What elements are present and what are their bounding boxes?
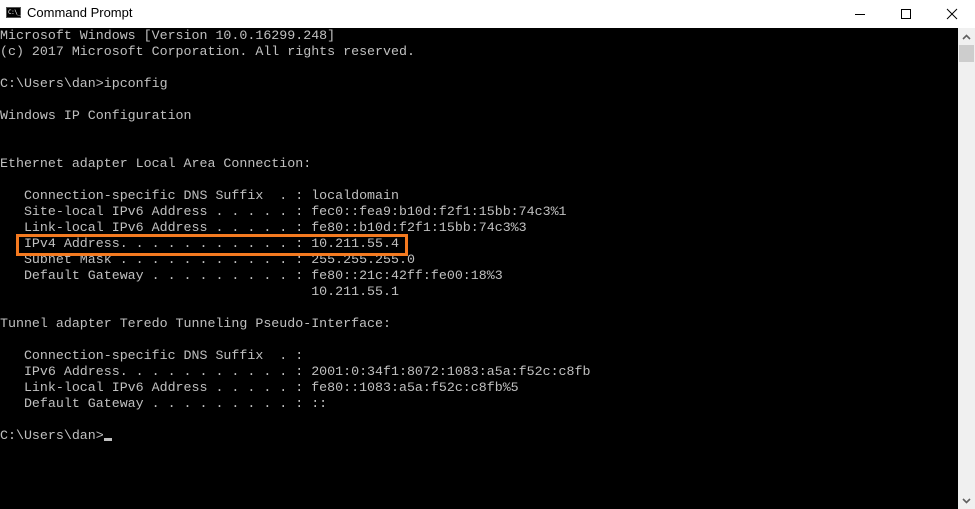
console-line: Windows IP Configuration — [0, 108, 192, 123]
minimize-icon — [855, 14, 865, 15]
console-line: Tunnel adapter Teredo Tunneling Pseudo-I… — [0, 316, 391, 331]
scroll-up-button[interactable] — [958, 28, 975, 45]
maximize-icon — [901, 9, 911, 19]
chevron-up-icon — [962, 33, 971, 40]
console-line: Connection-specific DNS Suffix . : — [0, 348, 304, 363]
console-line: C:\Users\dan>ipconfig — [0, 76, 168, 91]
ipv4-highlight-box — [16, 234, 408, 256]
console-line: Default Gateway . . . . . . . . . : fe80… — [0, 268, 503, 283]
command-prompt-line[interactable]: C:\Users\dan> — [0, 428, 590, 444]
window-title: Command Prompt — [27, 5, 133, 20]
prompt-text: C:\Users\dan> — [0, 428, 104, 443]
scroll-down-button[interactable] — [958, 492, 975, 509]
maximize-button[interactable] — [883, 0, 929, 28]
console-line: IPv6 Address. . . . . . . . . . . : 2001… — [0, 364, 591, 379]
console-line: Link-local IPv6 Address . . . . . : fe80… — [0, 380, 519, 395]
console-output[interactable]: Microsoft Windows [Version 10.0.16299.24… — [0, 28, 958, 509]
console-line: Connection-specific DNS Suffix . : local… — [0, 188, 399, 203]
console-line: 10.211.55.1 — [0, 284, 399, 299]
vertical-scrollbar[interactable] — [958, 28, 975, 509]
close-button[interactable] — [929, 0, 975, 28]
console-line: Site-local IPv6 Address . . . . . : fec0… — [0, 204, 567, 219]
title-bar[interactable]: C:\_ Command Prompt — [0, 0, 975, 28]
console-line: (c) 2017 Microsoft Corporation. All righ… — [0, 44, 415, 59]
scrollbar-thumb[interactable] — [959, 45, 974, 62]
chevron-down-icon — [962, 497, 971, 504]
minimize-button[interactable] — [837, 0, 883, 28]
cmd-icon: C:\_ — [6, 7, 21, 18]
console-line: Ethernet adapter Local Area Connection: — [0, 156, 312, 171]
console-line: Default Gateway . . . . . . . . . : :: — [0, 396, 328, 411]
text-cursor — [103, 438, 112, 441]
close-icon — [946, 8, 958, 20]
console-line: Microsoft Windows [Version 10.0.16299.24… — [0, 28, 336, 43]
